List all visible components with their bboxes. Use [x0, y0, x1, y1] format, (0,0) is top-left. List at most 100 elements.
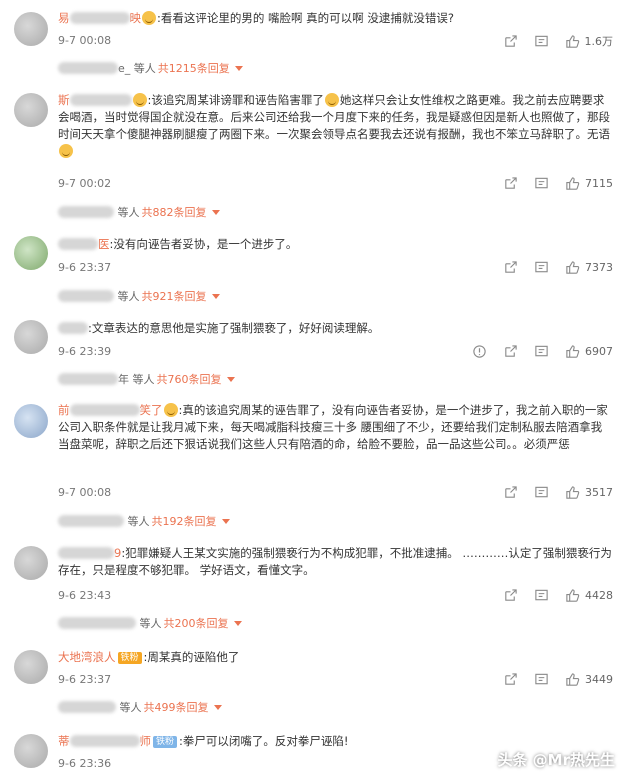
comment-icon[interactable] [534, 344, 549, 359]
emoji-icon [163, 403, 178, 417]
reply-user-blur [58, 290, 114, 302]
emoji-icon [132, 93, 147, 107]
comment-body: :没有向诬告者妥协，是一个进步了。 [109, 237, 298, 251]
comment-text: 大地湾浪人 铁粉:周某真的诬陷他了 [58, 649, 613, 666]
reply-text: 等人 [127, 515, 150, 528]
comment-text: 易映 :看看这评论里的男的 嘴脸啊 真的可以啊 没逮捕就没错误? [58, 10, 613, 27]
like-icon[interactable] [565, 588, 580, 603]
like-icon[interactable] [565, 344, 580, 359]
comment-icon[interactable] [534, 176, 549, 191]
username[interactable]: 易映 [58, 11, 141, 25]
reply-count: 共760条回复 [156, 373, 222, 386]
avatar[interactable] [14, 236, 48, 270]
reply-user-blur [58, 701, 116, 713]
comment-time: 9-7 00:02 [58, 177, 112, 190]
avatar[interactable] [14, 320, 48, 354]
reply-summary[interactable]: 等人 共200条回复 [58, 615, 242, 631]
comment-actions: 3517 [487, 485, 613, 500]
reply-text: 等人 [133, 62, 156, 75]
reply-count: 共192条回复 [151, 515, 217, 528]
like-count: 1.6万 [584, 35, 614, 48]
username[interactable]: 蒂师 [58, 734, 151, 748]
comment-icon[interactable] [534, 260, 549, 275]
comment-text: 斯:该追究周某诽谤罪和诬告陷害罪了 她这样只会让女性维权之路更难。我之前去应聘要求… [58, 92, 613, 160]
share-icon[interactable] [503, 344, 518, 359]
share-icon[interactable] [503, 588, 518, 603]
chevron-down-icon [226, 377, 235, 382]
comment-body: :犯罪嫌疑人王某文实施的强制猥亵行为不构成犯罪，不批准逮捕。 …………认定了强制… [58, 546, 612, 577]
share-icon[interactable] [503, 34, 518, 49]
username[interactable] [58, 321, 88, 335]
comment-text: 9:犯罪嫌疑人王某文实施的强制猥亵行为不构成犯罪，不批准逮捕。 …………认定了强… [58, 545, 613, 579]
like-count: 7373 [585, 261, 613, 274]
share-icon[interactable] [503, 176, 518, 191]
comment-actions: 7115 [487, 176, 613, 191]
chevron-down-icon [211, 210, 220, 215]
like-icon[interactable] [565, 485, 580, 500]
reply-count: 共499条回复 [143, 701, 209, 714]
comment-time: 9-7 00:08 [58, 34, 112, 47]
reply-text: 等人 [119, 701, 142, 714]
reply-text: 等人 [117, 206, 140, 219]
reply-summary[interactable]: 等人 共882条回复 [58, 204, 220, 220]
like-icon[interactable] [565, 672, 580, 687]
comment-body: :文章表达的意思他是实施了强制猥亵了，好好阅读理解。 [88, 321, 380, 335]
comment-text: 蒂师铁粉:拳尸可以闭嘴了。反对拳尸诬陷! [58, 733, 613, 750]
avatar[interactable] [14, 12, 48, 46]
reply-user-blur [58, 62, 118, 74]
reply-count: 共200条回复 [163, 617, 229, 630]
comment-actions: 1.6万 [487, 33, 614, 49]
reply-text: 等人 [132, 373, 155, 386]
username[interactable]: 9 [58, 546, 121, 560]
avatar[interactable] [14, 546, 48, 580]
reply-user-blur [58, 373, 118, 385]
username[interactable]: 医 [58, 237, 110, 251]
comment-time: 9-6 23:37 [58, 261, 112, 274]
avatar[interactable] [14, 734, 48, 768]
like-icon[interactable] [565, 176, 580, 191]
chevron-down-icon [213, 705, 222, 710]
reply-summary[interactable]: 等人 共921条回复 [58, 288, 220, 304]
share-icon[interactable] [503, 260, 518, 275]
like-count: 3517 [585, 486, 613, 499]
comment-body: :看看这评论里的男的 嘴脸啊 真的可以啊 没逮捕就没错误? [157, 11, 454, 25]
reply-summary[interactable]: 等人 共192条回复 [58, 513, 230, 529]
reply-user: 年 [118, 373, 129, 386]
share-icon[interactable] [503, 672, 518, 687]
comment-icon[interactable] [534, 672, 549, 687]
avatar[interactable] [14, 404, 48, 438]
avatar[interactable] [14, 650, 48, 684]
comment-text: 医:没有向诬告者妥协，是一个进步了。 [58, 236, 613, 253]
like-icon[interactable] [565, 260, 580, 275]
comment-text: 前笑了:真的该追究周某的诬告罪了，没有向诬告者妥协，是一个进步了，我之前入职的一… [58, 402, 613, 453]
reply-count: 共882条回复 [141, 206, 207, 219]
chevron-down-icon [233, 621, 242, 626]
reply-count: 共1215条回复 [157, 62, 230, 75]
username[interactable]: 斯 [58, 93, 132, 107]
warning-icon[interactable] [472, 344, 487, 359]
comment-icon[interactable] [534, 485, 549, 500]
reply-summary[interactable]: 等人 共499条回复 [58, 699, 222, 715]
comment-icon[interactable] [534, 34, 549, 49]
comment-icon[interactable] [534, 588, 549, 603]
comment-actions: 3449 [487, 672, 613, 687]
watermark: 头条 @Mr热先生 [497, 751, 615, 769]
comment-actions: 4428 [487, 588, 613, 603]
reply-user-blur [58, 515, 124, 527]
fan-badge: 铁粉 [117, 652, 142, 664]
comment-time: 9-6 23:36 [58, 757, 112, 770]
like-count: 3449 [585, 673, 613, 686]
like-icon[interactable] [565, 34, 580, 49]
like-count: 6907 [585, 345, 613, 358]
reply-summary[interactable]: 年 等人 共760条回复 [58, 371, 235, 387]
avatar[interactable] [14, 93, 48, 127]
reply-text: 等人 [139, 617, 162, 630]
reply-summary[interactable]: e_ 等人 共1215条回复 [58, 60, 243, 76]
username[interactable]: 前笑了 [58, 403, 163, 417]
comment-time: 9-6 23:43 [58, 589, 112, 602]
emoji-icon [59, 144, 73, 158]
like-count: 7115 [585, 177, 613, 190]
comment-text: :文章表达的意思他是实施了强制猥亵了，好好阅读理解。 [58, 320, 613, 337]
username[interactable]: 大地湾浪人 [58, 650, 116, 664]
share-icon[interactable] [503, 485, 518, 500]
